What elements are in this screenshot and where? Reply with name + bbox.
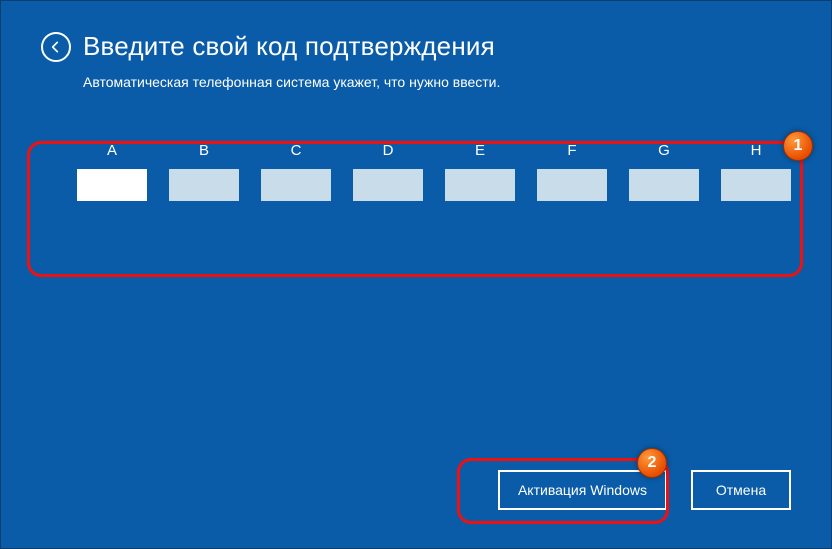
code-col-d: D — [353, 142, 423, 201]
code-col-a: A — [77, 142, 147, 201]
back-button[interactable] — [41, 32, 71, 62]
activate-windows-button[interactable]: Активация Windows — [498, 470, 667, 510]
code-input-h[interactable] — [721, 169, 791, 201]
confirmation-code-panel: A B C D E F G — [41, 124, 791, 249]
header: Введите свой код подтверждения — [41, 31, 791, 62]
code-label: D — [383, 142, 394, 159]
code-input-b[interactable] — [169, 169, 239, 201]
code-label: H — [751, 142, 762, 159]
code-input-c[interactable] — [261, 169, 331, 201]
code-labels-row: A B C D E F G — [63, 142, 769, 201]
code-input-g[interactable] — [629, 169, 699, 201]
code-label: F — [567, 142, 576, 159]
code-col-f: F — [537, 142, 607, 201]
code-input-d[interactable] — [353, 169, 423, 201]
code-input-e[interactable] — [445, 169, 515, 201]
button-row: Активация Windows Отмена — [498, 470, 791, 510]
page-title: Введите свой код подтверждения — [83, 31, 495, 62]
code-label: E — [475, 142, 485, 159]
code-label: C — [291, 142, 302, 159]
code-input-a[interactable] — [77, 169, 147, 201]
code-col-g: G — [629, 142, 699, 201]
cancel-button[interactable]: Отмена — [691, 470, 791, 510]
arrow-left-icon — [48, 39, 64, 55]
code-col-h: H — [721, 142, 791, 201]
code-label: A — [107, 142, 117, 159]
code-col-b: B — [169, 142, 239, 201]
code-input-f[interactable] — [537, 169, 607, 201]
page-subtitle: Автоматическая телефонная система укажет… — [83, 74, 791, 90]
activation-window: Введите свой код подтверждения Автоматич… — [0, 0, 832, 549]
code-label: G — [658, 142, 670, 159]
code-label: B — [199, 142, 209, 159]
code-col-c: C — [261, 142, 331, 201]
code-col-e: E — [445, 142, 515, 201]
